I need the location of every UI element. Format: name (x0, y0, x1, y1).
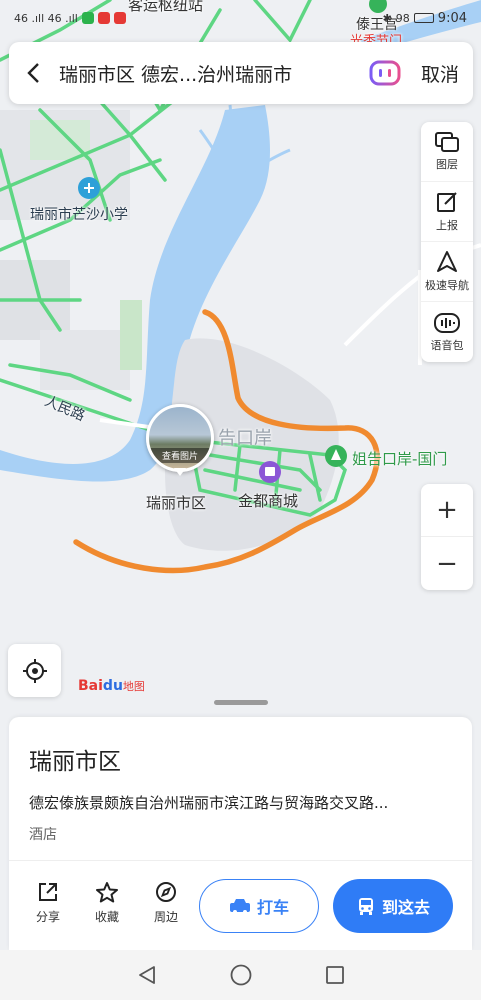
place-name: 瑞丽市区 (29, 749, 121, 775)
zoom-control: + − (421, 484, 473, 590)
divider (9, 860, 472, 861)
clock: 9:04 (437, 10, 467, 26)
photo-pin[interactable]: 查看图片 (146, 404, 214, 472)
map-tools: 图层 上报 极速导航 语音包 (421, 122, 473, 362)
map-label-port: 告口岸 (218, 428, 272, 449)
baidu-logo: Baidu地图 (78, 678, 145, 694)
system-nav-bar (0, 950, 481, 1000)
signal-icon: 46 .ıll 46 .ıll (14, 11, 78, 25)
place-sheet: 瑞丽市区 德宏傣族景颇族自治州瑞丽市滨江路与贸海路交叉路... 酒店 分享 收藏… (0, 700, 481, 950)
star-icon (96, 882, 118, 903)
locate-button[interactable] (8, 644, 61, 697)
photo-pin-tail (174, 468, 186, 476)
nav-back-icon[interactable] (136, 964, 158, 986)
bluetooth-icon: ✱ (382, 11, 392, 25)
sheet-handle[interactable] (214, 700, 268, 705)
tool-navigation[interactable]: 极速导航 (421, 242, 473, 302)
favorite-label: 收藏 (94, 910, 119, 924)
battery-icon (413, 13, 434, 23)
taxi-button[interactable]: 打车 (199, 879, 319, 933)
compass-icon (156, 882, 176, 902)
place-address: 德宏傣族景颇族自治州瑞丽市滨江路与贸海路交叉路... (29, 794, 389, 812)
status-bar: 46 .ıll 46 .ıll ✱ 98 9:04 (0, 0, 481, 36)
map-label-mall: 金都商城 (238, 492, 299, 510)
nav-recents-icon[interactable] (324, 964, 346, 986)
map-label-school: 瑞丽市芒沙小学 (30, 207, 128, 223)
go-here-button[interactable]: 到这去 (333, 879, 453, 933)
nearby-label: 周边 (153, 910, 178, 924)
app-icon (97, 12, 110, 24)
nearby-button[interactable]: 周边 (143, 881, 189, 925)
tool-label: 图层 (436, 158, 458, 171)
favorite-button[interactable]: 收藏 (84, 881, 130, 925)
bus-icon (358, 898, 373, 915)
back-arrow-icon (27, 63, 39, 83)
layers-icon (435, 132, 459, 152)
place-card[interactable]: 瑞丽市区 德宏傣族景颇族自治州瑞丽市滨江路与贸海路交叉路... 酒店 分享 收藏… (9, 717, 472, 950)
search-bar[interactable]: 瑞丽市区 德宏...治州瑞丽市 取消 (9, 42, 473, 104)
map-canvas[interactable] (0, 0, 481, 715)
share-icon (39, 883, 57, 901)
locate-icon (22, 658, 47, 683)
wechat-icon (81, 12, 94, 24)
action-bar: 分享 收藏 周边 打车 到这去 (9, 877, 472, 937)
tool-voice-pack[interactable]: 语音包 (421, 302, 473, 362)
voice-assistant-button[interactable] (363, 51, 407, 95)
cancel-button[interactable]: 取消 (407, 60, 473, 87)
map-label-district: 瑞丽市区 (146, 494, 207, 512)
tool-label: 上报 (436, 219, 458, 232)
zoom-in-button[interactable]: + (421, 484, 473, 537)
tool-label: 极速导航 (425, 279, 469, 292)
share-label: 分享 (35, 910, 60, 924)
map-label-gate: 姐告口岸-国门 (352, 450, 448, 468)
taxi-icon (229, 899, 250, 914)
search-query[interactable]: 瑞丽市区 德宏...治州瑞丽市 (59, 60, 363, 87)
tool-layers[interactable]: 图层 (421, 122, 473, 182)
taxi-label: 打车 (256, 898, 289, 917)
voice-pack-icon (434, 312, 460, 333)
zoom-out-button[interactable]: − (421, 537, 473, 590)
battery-level: 98 (395, 11, 410, 25)
photo-caption: 查看图片 (149, 448, 211, 463)
map-view[interactable]: 客运枢纽站 傣王宫 光秃节门 瑞丽市芒沙小学 人民路 告口岸 瑞丽市区 金都商城… (0, 0, 481, 715)
nav-home-icon[interactable] (229, 963, 253, 987)
tool-label: 语音包 (430, 338, 464, 352)
go-label: 到这去 (381, 898, 430, 917)
tool-report[interactable]: 上报 (421, 182, 473, 242)
place-category: 酒店 (29, 827, 57, 843)
back-button[interactable] (9, 42, 59, 104)
navigation-icon (437, 251, 457, 272)
app2-icon (113, 12, 126, 24)
assistant-icon (369, 60, 401, 86)
report-icon (437, 192, 457, 212)
share-button[interactable]: 分享 (25, 881, 71, 925)
